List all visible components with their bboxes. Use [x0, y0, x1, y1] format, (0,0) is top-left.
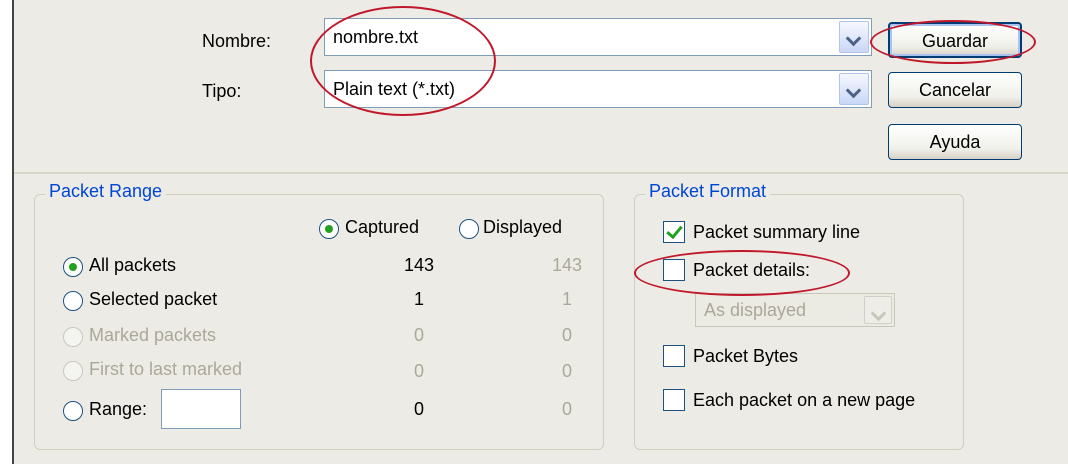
- summary-line-label: Packet summary line: [693, 222, 861, 242]
- marked-packets-captured: 0: [413, 325, 424, 345]
- summary-line-checkbox[interactable]: [663, 221, 685, 243]
- captured-radio[interactable]: [319, 219, 339, 239]
- name-label: Nombre:: [202, 31, 272, 51]
- filetype-value: Plain text (*.txt): [333, 79, 456, 99]
- marked-packets-label: Marked packets: [89, 325, 217, 345]
- packet-bytes-label: Packet Bytes: [693, 346, 799, 366]
- help-button[interactable]: Ayuda: [888, 124, 1022, 160]
- packet-bytes-checkbox[interactable]: [663, 345, 685, 367]
- all-packets-label: All packets: [89, 255, 177, 275]
- packet-format-title: Packet Format: [645, 181, 771, 202]
- filename-dropdown-arrow-icon[interactable]: [839, 21, 869, 53]
- filename-combobox[interactable]: nombre.txt: [324, 18, 872, 56]
- details-format-value: As displayed: [704, 300, 807, 320]
- packet-range-group: Packet Range Captured Displayed All pack…: [34, 181, 604, 450]
- details-dropdown-arrow-icon: [864, 296, 892, 324]
- selected-packet-radio[interactable]: [63, 291, 83, 311]
- details-format-combobox: As displayed: [695, 293, 895, 327]
- range-displayed: 0: [561, 399, 572, 419]
- new-page-label: Each packet on a new page: [693, 390, 916, 410]
- packet-format-group: Packet Format Packet summary line Packet…: [634, 181, 964, 450]
- displayed-label: Displayed: [483, 217, 563, 237]
- all-packets-captured: 143: [403, 255, 435, 275]
- first-to-last-marked-label: First to last marked: [89, 359, 243, 379]
- filetype-dropdown-arrow-icon[interactable]: [839, 73, 869, 105]
- separator: [14, 172, 1068, 174]
- save-dialog: Nombre: nombre.txt Tipo: Plain text (*.t…: [12, 0, 1068, 464]
- packet-details-checkbox[interactable]: [663, 259, 685, 281]
- range-input[interactable]: [161, 389, 241, 429]
- displayed-radio[interactable]: [459, 219, 479, 239]
- range-label: Range:: [89, 399, 148, 419]
- marked-packets-displayed: 0: [561, 325, 572, 345]
- packet-range-title: Packet Range: [45, 181, 167, 202]
- packet-details-label: Packet details:: [693, 260, 811, 280]
- cancel-button[interactable]: Cancelar: [888, 72, 1022, 108]
- all-packets-displayed: 143: [551, 255, 583, 275]
- first-to-last-displayed: 0: [561, 361, 572, 381]
- filetype-combobox[interactable]: Plain text (*.txt): [324, 70, 872, 108]
- marked-packets-radio: [63, 327, 83, 347]
- captured-label: Captured: [345, 217, 420, 237]
- selected-packet-displayed: 1: [561, 289, 572, 309]
- filename-value: nombre.txt: [333, 27, 419, 47]
- selected-packet-label: Selected packet: [89, 289, 218, 309]
- selected-packet-captured: 1: [413, 289, 424, 309]
- type-label: Tipo:: [202, 81, 242, 101]
- range-radio[interactable]: [63, 401, 83, 421]
- all-packets-radio[interactable]: [63, 257, 83, 277]
- save-button[interactable]: Guardar: [888, 22, 1022, 58]
- first-to-last-marked-radio: [63, 361, 83, 381]
- first-to-last-captured: 0: [413, 361, 424, 381]
- range-captured: 0: [413, 399, 424, 419]
- new-page-checkbox[interactable]: [663, 389, 685, 411]
